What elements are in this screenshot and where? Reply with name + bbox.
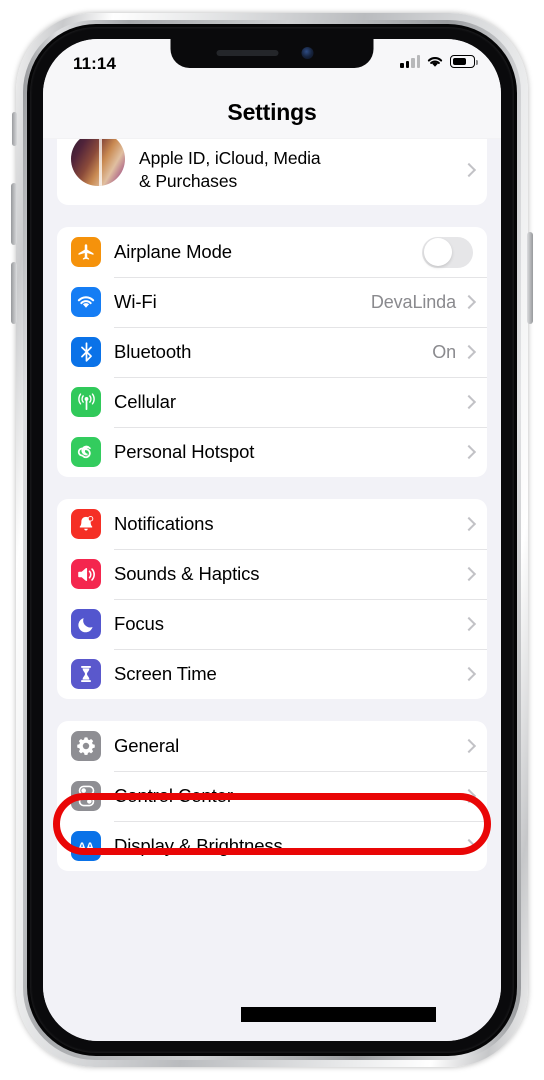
alerts-group: Notifications Sounds & Haptics Focus Scr… bbox=[57, 499, 487, 700]
settings-row-label: Cellular bbox=[114, 391, 176, 413]
bell-icon bbox=[71, 509, 101, 540]
airplane-mode-toggle[interactable] bbox=[422, 236, 473, 268]
chevron-right-icon bbox=[464, 395, 473, 410]
wifi-icon bbox=[426, 55, 444, 68]
navigation-bar: Settings bbox=[43, 87, 501, 139]
chevron-right-icon bbox=[464, 739, 473, 754]
wifi-network-value: DevaLinda bbox=[370, 291, 456, 312]
moon-icon bbox=[71, 609, 101, 640]
gear-icon bbox=[71, 731, 101, 762]
svg-text:AA: AA bbox=[78, 841, 94, 853]
silent-switch-button[interactable] bbox=[12, 112, 17, 146]
settings-list[interactable]: Apple ID, iCloud, Media & Purchases Airpl… bbox=[43, 139, 501, 1041]
settings-row-sounds-haptics[interactable]: Sounds & Haptics bbox=[57, 549, 487, 599]
notch bbox=[170, 39, 374, 68]
chevron-right-icon bbox=[464, 345, 473, 360]
chevron-right-icon bbox=[464, 617, 473, 632]
volume-down-button[interactable] bbox=[11, 262, 17, 324]
settings-row-label: Wi-Fi bbox=[114, 291, 157, 313]
chevron-right-icon bbox=[464, 517, 473, 532]
settings-row-label: Bluetooth bbox=[114, 341, 192, 363]
chevron-right-icon bbox=[464, 295, 473, 310]
settings-row-personal-hotspot[interactable]: Personal Hotspot bbox=[57, 427, 487, 477]
wifi-icon bbox=[71, 287, 101, 318]
page-title: Settings bbox=[227, 99, 317, 125]
settings-row-label: Airplane Mode bbox=[114, 241, 232, 263]
status-indicators bbox=[400, 55, 478, 68]
front-camera-icon bbox=[301, 47, 314, 59]
settings-row-label: Personal Hotspot bbox=[114, 441, 255, 463]
settings-row-general[interactable]: General bbox=[57, 721, 487, 771]
phone-screen: 11:14 Settings Apple ID, iCloud, Media &… bbox=[43, 39, 501, 1041]
settings-row-label: Notifications bbox=[114, 513, 214, 535]
cellular-icon bbox=[71, 387, 101, 418]
settings-row-label: Sounds & Haptics bbox=[114, 563, 260, 585]
settings-row-label: Control Center bbox=[114, 785, 233, 807]
bluetooth-status-value: On bbox=[432, 341, 456, 362]
apple-id-label: Apple ID, iCloud, Media & Purchases bbox=[139, 148, 321, 192]
settings-row-wifi[interactable]: Wi-Fi DevaLinda bbox=[57, 277, 487, 327]
earpiece-speaker bbox=[216, 50, 279, 56]
control-center-icon bbox=[71, 781, 101, 812]
chevron-right-icon bbox=[464, 445, 473, 460]
settings-row-label: General bbox=[114, 735, 180, 757]
speaker-icon bbox=[71, 559, 101, 590]
cellular-signal-icon bbox=[400, 55, 420, 68]
settings-row-display-brightness[interactable]: AA Display & Brightness bbox=[57, 821, 487, 871]
aa-icon: AA bbox=[71, 831, 101, 862]
chevron-right-icon bbox=[464, 667, 473, 682]
settings-row-bluetooth[interactable]: Bluetooth On bbox=[57, 327, 487, 377]
power-button[interactable] bbox=[527, 232, 533, 324]
apple-id-group: Apple ID, iCloud, Media & Purchases bbox=[57, 139, 487, 206]
volume-up-button[interactable] bbox=[11, 183, 17, 245]
settings-row-cellular[interactable]: Cellular bbox=[57, 377, 487, 427]
bluetooth-icon bbox=[71, 337, 101, 368]
hourglass-icon bbox=[71, 659, 101, 690]
settings-row-airplane-mode[interactable]: Airplane Mode bbox=[57, 227, 487, 277]
settings-row-label: Focus bbox=[114, 613, 164, 635]
sidebar-item-apple-id[interactable]: Apple ID, iCloud, Media & Purchases bbox=[57, 139, 487, 205]
airplane-icon bbox=[71, 237, 101, 268]
status-time: 11:14 bbox=[73, 54, 117, 73]
avatar bbox=[71, 139, 125, 187]
battery-icon bbox=[450, 55, 478, 68]
settings-row-label: Screen Time bbox=[114, 663, 217, 685]
settings-row-control-center[interactable]: Control Center bbox=[57, 771, 487, 821]
chevron-right-icon bbox=[464, 567, 473, 582]
settings-row-focus[interactable]: Focus bbox=[57, 599, 487, 649]
chevron-right-icon bbox=[464, 789, 473, 804]
hotspot-icon bbox=[71, 437, 101, 468]
settings-row-screen-time[interactable]: Screen Time bbox=[57, 649, 487, 699]
settings-row-notifications[interactable]: Notifications bbox=[57, 499, 487, 549]
settings-row-label: Display & Brightness bbox=[114, 835, 283, 857]
connectivity-group: Airplane Mode Wi-Fi DevaLinda Bluetooth … bbox=[57, 227, 487, 478]
chevron-right-icon bbox=[464, 839, 473, 854]
screenshot-stage: 11:14 Settings Apple ID, iCloud, Media &… bbox=[0, 0, 544, 1080]
chevron-right-icon bbox=[464, 163, 473, 178]
system-group: General Control Center AA Display & Brig… bbox=[57, 721, 487, 872]
redaction-bar-display-brightness bbox=[241, 1007, 436, 1022]
